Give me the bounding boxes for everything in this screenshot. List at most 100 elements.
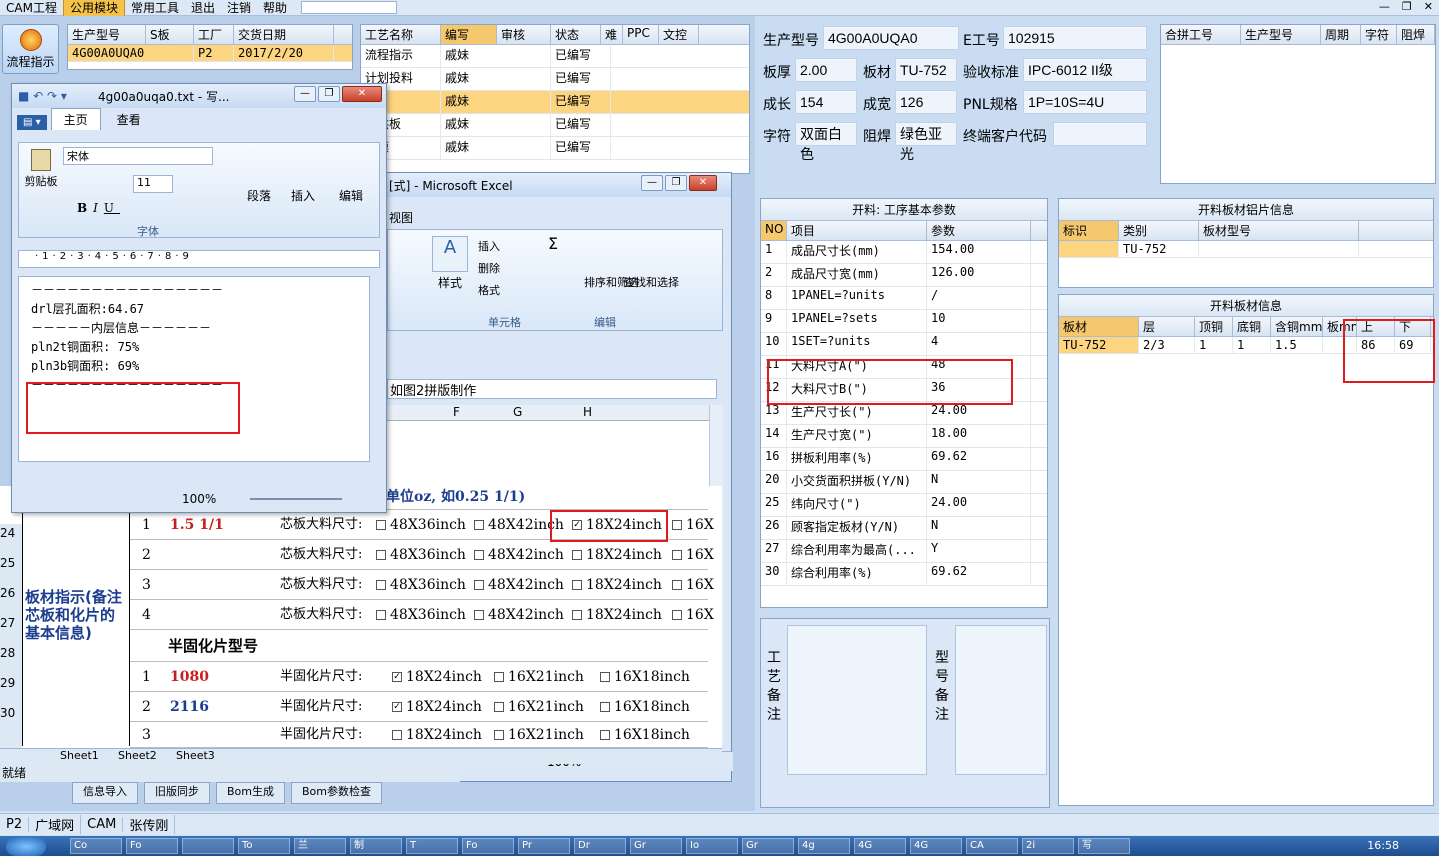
status-item[interactable]: P2 (0, 817, 30, 832)
checkbox[interactable] (494, 702, 504, 712)
minimize-icon[interactable]: — (1375, 0, 1394, 13)
format-button[interactable]: 格式 (478, 280, 500, 302)
checkbox[interactable] (392, 730, 402, 740)
restore-icon[interactable]: ❐ (665, 175, 687, 191)
menu-tools[interactable]: 常用工具 (125, 0, 185, 16)
taskbar-item[interactable]: 兰 (294, 838, 346, 854)
table-row[interactable]: 26 顾客指定板材(Y/N) N (761, 517, 1047, 540)
mask-field[interactable]: 绿色亚光 (895, 122, 957, 162)
checkbox[interactable] (494, 672, 504, 682)
table-row[interactable]: 4G00A0UQA0 P2 2017/2/20 (68, 45, 352, 62)
insert-button[interactable]: 插入 (478, 236, 500, 258)
taskbar-item[interactable]: Fo (462, 838, 514, 854)
checkbox[interactable] (672, 610, 682, 620)
menu-help[interactable]: 帮助 (257, 0, 293, 16)
restore-icon[interactable]: ❐ (318, 86, 340, 102)
menu-exit[interactable]: 退出 (185, 0, 221, 16)
sync-button[interactable]: 旧版同步 (144, 782, 210, 804)
taskbar-item[interactable]: Co (70, 838, 122, 854)
taskbar-item[interactable]: Gr (630, 838, 682, 854)
menu-public[interactable]: 公用模块 (62, 0, 125, 17)
taskbar-item[interactable]: 4G (910, 838, 962, 854)
checkbox[interactable] (376, 520, 386, 530)
checkbox[interactable] (494, 730, 504, 740)
format-buttons[interactable]: BIU (77, 201, 120, 215)
checkbox[interactable] (474, 550, 484, 560)
table-row[interactable]: 30 综合利用率(%) 69.62 (761, 563, 1047, 586)
table-row[interactable]: 1 成品尺寸长(mm) 154.00 (761, 241, 1047, 264)
minimize-icon[interactable]: — (641, 175, 663, 191)
checkbox[interactable] (474, 520, 484, 530)
process-notes-field[interactable] (787, 625, 927, 775)
minimize-icon[interactable]: — (294, 86, 316, 102)
model-notes-field[interactable] (955, 625, 1047, 775)
tab-view[interactable]: 查看 (105, 109, 153, 130)
thickness-field[interactable]: 2.00 (795, 58, 857, 82)
checkbox[interactable] (572, 550, 582, 560)
table-row[interactable]: 27 综合利用率为最高(... Y (761, 540, 1047, 563)
table-row[interactable]: 13 生产尺寸长(") 24.00 (761, 402, 1047, 425)
tab-home[interactable]: 主页 (50, 108, 101, 130)
checkbox[interactable] (600, 672, 610, 682)
formula-bar[interactable]: 如图2拼版制作 (387, 379, 717, 399)
material-field[interactable]: TU-752 (895, 58, 957, 82)
table-row[interactable]: 戚妹 已编写 (361, 91, 749, 114)
checkbox[interactable] (376, 580, 386, 590)
taskbar-item[interactable] (182, 838, 234, 854)
menu-logout[interactable]: 注销 (221, 0, 257, 16)
table-row[interactable]: 14 生产尺寸宽(") 18.00 (761, 425, 1047, 448)
table-row[interactable]: 25 纬向尺寸(") 24.00 (761, 494, 1047, 517)
taskbar-item[interactable]: 4g (798, 838, 850, 854)
styles-button[interactable]: 样式 (438, 274, 462, 291)
restore-icon[interactable]: ❐ (1398, 0, 1416, 13)
sheet-tab[interactable]: Sheet1 (60, 749, 99, 762)
edit-button[interactable]: 编辑 (339, 187, 363, 204)
sheet-tab[interactable]: Sheet3 (176, 749, 215, 762)
font-size-select[interactable]: 11 (133, 175, 173, 193)
pnl-field[interactable]: 1P=10S=4U (1023, 90, 1147, 114)
sum-icon[interactable]: Σ (548, 234, 558, 253)
delete-button[interactable]: 删除 (478, 258, 500, 280)
checkbox[interactable] (474, 610, 484, 620)
width-field[interactable]: 126 (895, 90, 957, 114)
table-row[interactable]: 10 1SET=?units 4 (761, 333, 1047, 356)
table-row[interactable]: 计划投料 戚妹 已编写 (361, 68, 749, 91)
ruler[interactable]: ·1·2·3·4·5·6·7·8·9 (18, 250, 380, 268)
import-button[interactable]: 信息导入 (72, 782, 138, 804)
table-row[interactable]: 2 成品尺寸宽(mm) 126.00 (761, 264, 1047, 287)
close-icon[interactable]: ✕ (1420, 0, 1437, 13)
zoom-slider[interactable] (250, 498, 342, 500)
styles-icon[interactable]: A (432, 236, 468, 272)
table-row[interactable]: 16 拼板利用率(%) 69.62 (761, 448, 1047, 471)
start-button[interactable] (6, 837, 46, 856)
length-field[interactable]: 154 (795, 90, 857, 114)
toolbar-dropdown[interactable] (301, 1, 398, 14)
close-icon[interactable]: ✕ (689, 175, 717, 191)
bom-generate-button[interactable]: Bom生成 (216, 782, 285, 804)
checkbox-checked[interactable]: ✓ (392, 672, 402, 682)
char-field[interactable]: 双面白色 (795, 122, 857, 162)
taskbar-item[interactable]: Dr (574, 838, 626, 854)
taskbar-item[interactable]: T (406, 838, 458, 854)
checkbox[interactable] (600, 702, 610, 712)
model-field[interactable]: 4G00A0UQA0 (823, 26, 959, 50)
bom-check-button[interactable]: Bom参数检查 (291, 782, 382, 804)
checkbox[interactable] (572, 610, 582, 620)
paste-button[interactable]: 剪贴板 (23, 147, 59, 207)
taskbar-item[interactable]: Io (686, 838, 738, 854)
checkbox-checked[interactable]: ✓ (392, 702, 402, 712)
paragraph-button[interactable]: 段落 (247, 187, 271, 204)
taskbar-item[interactable]: 写 (1078, 838, 1130, 854)
checkbox[interactable] (600, 730, 610, 740)
flow-button[interactable]: 流程指示 (2, 24, 59, 74)
table-row[interactable]: 8 1PANEL=?units / (761, 287, 1047, 310)
menu-cam[interactable]: CAM工程 (0, 0, 63, 16)
table-row[interactable]: 20 小交货面积拼板(Y/N) N (761, 471, 1047, 494)
checkbox[interactable] (474, 580, 484, 590)
checkbox[interactable] (672, 550, 682, 560)
close-icon[interactable]: ✕ (342, 86, 382, 102)
table-row[interactable]: 流程指示 戚妹 已编写 (361, 45, 749, 68)
taskbar-item[interactable]: 制 (350, 838, 402, 854)
app-menu-button[interactable]: ▤ ▾ (17, 115, 47, 130)
tab-view[interactable]: 视图 (389, 209, 413, 226)
